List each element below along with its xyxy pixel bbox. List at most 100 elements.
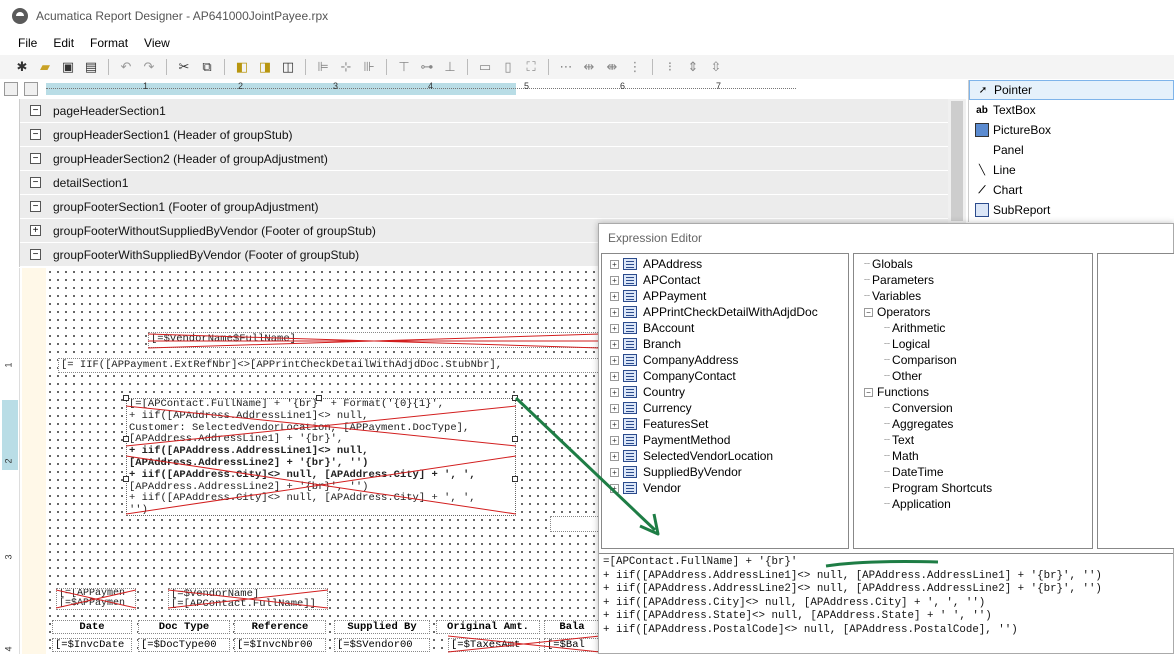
menu-format[interactable]: Format	[82, 36, 136, 50]
vendor-fullname-field[interactable]: [=$VendorName$FullName]	[148, 332, 600, 348]
small-field[interactable]	[550, 516, 600, 532]
tree-item-category[interactable]: ┄ Logical	[864, 336, 1092, 352]
tree-item-table[interactable]: + FeaturesSet	[610, 416, 848, 432]
collapse-icon[interactable]: −	[30, 201, 41, 212]
align-bottom-icon[interactable]: ⊥	[440, 57, 460, 77]
tree-item-table[interactable]: + PaymentMethod	[610, 432, 848, 448]
expand-icon[interactable]: +	[610, 259, 619, 269]
expand-icon[interactable]: +	[610, 339, 619, 349]
tree-item-table[interactable]: + SelectedVendorLocation	[610, 448, 848, 464]
save-icon[interactable]: ▣	[58, 57, 78, 77]
designer-scrollbar[interactable]	[948, 99, 966, 223]
align-left-icon[interactable]: ⊫	[313, 57, 333, 77]
vspace-decrease-icon[interactable]: ⇳	[706, 57, 726, 77]
tool-subreport[interactable]: SubReport	[969, 200, 1174, 220]
collapse-icon[interactable]: −	[30, 177, 41, 188]
size-both-icon[interactable]: ⛶	[521, 57, 541, 77]
tool-line[interactable]: ╲ Line	[969, 160, 1174, 180]
column-header-supplied-by[interactable]: Supplied By	[334, 620, 430, 634]
collapse-icon[interactable]: −	[864, 307, 873, 317]
align-right-icon[interactable]: ⊪	[359, 57, 379, 77]
resize-handle[interactable]	[512, 436, 518, 442]
copy-icon[interactable]: ⧉	[197, 57, 217, 77]
extref-field[interactable]: [= IIF([APPayment.ExtRefNbr]<>[APPrintCh…	[58, 358, 600, 373]
tool-chart[interactable]: ⟋ Chart	[969, 180, 1174, 200]
resize-handle[interactable]	[512, 395, 518, 401]
expand-icon[interactable]: +	[610, 483, 619, 493]
tree-item-table[interactable]: + APPrintCheckDetailWithAdjdDoc	[610, 304, 848, 320]
resize-handle[interactable]	[123, 395, 129, 401]
tree-item-table[interactable]: + SuppliedByVendor	[610, 464, 848, 480]
tree-item-table[interactable]: + APPayment	[610, 288, 848, 304]
tree-item-category[interactable]: − Operators	[864, 304, 1092, 320]
collapse-icon[interactable]: −	[30, 249, 41, 260]
align-middle-icon[interactable]: ⊶	[417, 57, 437, 77]
hspace-equal-icon[interactable]: ⋯	[556, 57, 576, 77]
tree-item-category[interactable]: ┄ DateTime	[864, 464, 1092, 480]
tree-item-category[interactable]: ┄ Aggregates	[864, 416, 1092, 432]
expand-icon[interactable]: +	[610, 419, 619, 429]
expand-icon[interactable]: +	[30, 225, 41, 236]
address-block-field[interactable]: [=[APContact.FullName] + '{br}' + Format…	[126, 398, 516, 516]
align-center-icon[interactable]: ⊹	[336, 57, 356, 77]
hspace-decrease-icon[interactable]: ⇼	[602, 57, 622, 77]
section-group-footer-1[interactable]: − groupFooterSection1 (Footer of groupAd…	[0, 194, 948, 219]
expand-icon[interactable]: +	[610, 387, 619, 397]
tree-item-category[interactable]: ┄ Application	[864, 496, 1092, 512]
size-width-icon[interactable]: ▭	[475, 57, 495, 77]
expand-icon[interactable]: +	[610, 451, 619, 461]
expand-icon[interactable]: +	[610, 467, 619, 477]
design-canvas[interactable]: 1 2 3 4 [=$VendorName$FullName] [= IIF([…	[0, 268, 600, 654]
tree-item-table[interactable]: + APAddress	[610, 256, 848, 272]
resize-handle[interactable]	[123, 436, 129, 442]
column-cell-reference[interactable]: [=$InvcNbr00	[234, 638, 326, 652]
expand-icon[interactable]: +	[610, 355, 619, 365]
save-as-icon[interactable]: ▤	[81, 57, 101, 77]
tree-item-category[interactable]: − Functions	[864, 384, 1092, 400]
tool-textbox[interactable]: ab TextBox	[969, 100, 1174, 120]
column-header-date[interactable]: Date	[52, 620, 132, 634]
align-group-2-icon[interactable]: ◨	[255, 57, 275, 77]
column-header-doctype[interactable]: Doc Type	[138, 620, 230, 634]
tree-item-category[interactable]: ┄ Parameters	[864, 272, 1092, 288]
tree-item-category[interactable]: ┄ Text	[864, 432, 1092, 448]
section-group-header-2[interactable]: − groupHeaderSection2 (Header of groupAd…	[0, 146, 948, 171]
tree-item-table[interactable]: + Branch	[610, 336, 848, 352]
cut-icon[interactable]: ✂	[174, 57, 194, 77]
vspace-increase-icon[interactable]: ⇕	[683, 57, 703, 77]
tree-item-category[interactable]: ┄ Arithmetic	[864, 320, 1092, 336]
tree-item-category[interactable]: ┄ Math	[864, 448, 1092, 464]
tree-item-category[interactable]: ┄ Globals	[864, 256, 1092, 272]
collapse-icon[interactable]: −	[30, 105, 41, 116]
tool-pointer[interactable]: ➚ Pointer	[969, 80, 1174, 100]
collapse-icon[interactable]: −	[864, 387, 873, 397]
expand-icon[interactable]: +	[610, 371, 619, 381]
expand-icon[interactable]: +	[610, 275, 619, 285]
resize-handle[interactable]	[316, 395, 322, 401]
expand-icon[interactable]: +	[610, 323, 619, 333]
tree-item-table[interactable]: + CompanyContact	[610, 368, 848, 384]
tree-item-table[interactable]: + APContact	[610, 272, 848, 288]
resize-handle[interactable]	[123, 476, 129, 482]
undo-icon[interactable]: ↶	[116, 57, 136, 77]
vspace-equal-icon[interactable]: ⁝	[660, 57, 680, 77]
collapse-icon[interactable]: −	[30, 129, 41, 140]
categories-tree[interactable]: ┄ Globals ┄ Parameters ┄ Variables − Operators ┄…	[853, 253, 1093, 549]
section-page-header[interactable]: − pageHeaderSection1	[0, 98, 948, 123]
column-cell-original-amt[interactable]: [=$TaxesAmt	[448, 638, 540, 652]
tool-panel[interactable]: Panel	[969, 140, 1174, 160]
section-group-header-1[interactable]: − groupHeaderSection1 (Header of groupSt…	[0, 122, 948, 147]
tree-item-category[interactable]: ┄ Comparison	[864, 352, 1092, 368]
hspace-increase-icon[interactable]: ⇹	[579, 57, 599, 77]
fields-tree[interactable]: + APAddress + APContact + APPayment + APPrintCh…	[601, 253, 849, 549]
tree-item-category[interactable]: ┄ Conversion	[864, 400, 1092, 416]
scrollbar-thumb[interactable]	[951, 101, 963, 221]
payment-field[interactable]: [=[APPaymen [=$APPaymen	[56, 588, 136, 610]
expand-icon[interactable]: +	[610, 435, 619, 445]
expand-icon[interactable]: +	[610, 403, 619, 413]
tool-picturebox[interactable]: PictureBox	[969, 120, 1174, 140]
column-cell-balance[interactable]: [=$Bal	[544, 638, 600, 652]
column-header-reference[interactable]: Reference	[234, 620, 326, 634]
open-icon[interactable]: ▰	[35, 57, 55, 77]
tree-item-category[interactable]: ┄ Program Shortcuts	[864, 480, 1092, 496]
